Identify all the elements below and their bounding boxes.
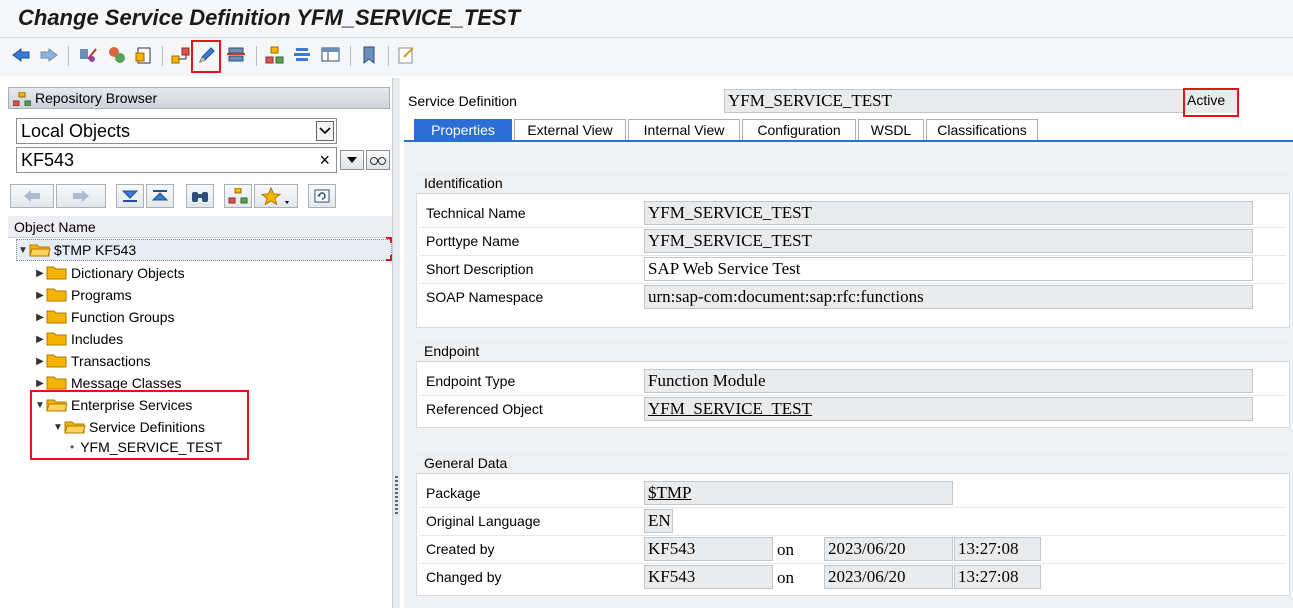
open-folder-icon [29,244,51,257]
folder-icon [46,376,67,390]
tree-node-function-groups[interactable]: ▶ Function Groups [34,306,174,328]
folder-icon [46,310,67,324]
tree-column-header: Object Name [8,216,392,238]
general-data-header: General Data [416,452,1290,474]
window-title: Change Service Definition YFM_SERVICE_TE… [18,5,521,30]
referenced-object-link[interactable]: YFM_SERVICE_TEST [644,397,1253,421]
object-type-dropdown[interactable]: Local Objects [16,118,337,144]
referenced-object-label: Referenced Object [426,401,543,417]
expand-arrow-icon[interactable]: ▶ [34,356,46,367]
short-description-field[interactable]: SAP Web Service Test [644,257,1253,281]
collapse-all-icon[interactable] [146,184,174,208]
changed-by-field[interactable]: KF543 [644,565,773,589]
identification-header: Identification [416,172,1290,194]
info-icon[interactable] [396,44,418,66]
tree-node-dictionary-objects[interactable]: ▶ Dictionary Objects [34,262,184,284]
soap-namespace-label: SOAP Namespace [426,289,544,305]
bookmark-icon[interactable] [358,44,380,66]
short-description-label: Short Description [426,261,534,277]
folder-icon [46,354,67,368]
refresh-icon[interactable] [308,184,336,208]
service-definition-field[interactable]: YFM_SERVICE_TEST [724,89,1184,113]
display-glasses-icon[interactable] [366,150,390,170]
hierarchy-icon [12,91,32,111]
expand-arrow-icon[interactable]: ▶ [34,334,46,345]
changed-date-field[interactable]: 2023/06/20 [824,565,953,589]
package-label: Package [426,485,481,501]
stack-icon[interactable] [292,44,314,66]
next-object-button[interactable] [56,184,106,208]
original-language-field[interactable]: EN [644,509,673,533]
tab-external-view[interactable]: External View [514,119,626,141]
porttype-name-label: Porttype Name [426,233,520,249]
tab-internal-view[interactable]: Internal View [628,119,740,141]
object-tree-icon[interactable] [224,184,252,208]
object-list-icon[interactable] [134,44,156,66]
folder-icon [46,332,67,346]
expand-arrow-icon[interactable]: ▶ [34,268,46,279]
collapse-arrow-icon[interactable]: ▼ [17,245,29,256]
expand-arrow-icon[interactable]: ▶ [34,312,46,323]
endpoint-type-field[interactable]: Function Module [644,369,1253,393]
clear-icon[interactable]: × [319,148,330,172]
highlight-enterprise-services [30,390,249,460]
expand-arrow-icon[interactable]: ▶ [34,378,46,389]
created-date-field[interactable]: 2023/06/20 [824,537,953,561]
technical-name-label: Technical Name [426,205,526,221]
expand-arrow-icon[interactable]: ▶ [34,290,46,301]
chevron-down-icon[interactable] [316,121,334,141]
repository-browser-title: Repository Browser [35,90,158,106]
layout-icon[interactable] [320,44,342,66]
folder-icon [46,266,67,280]
expand-all-icon[interactable] [116,184,144,208]
package-link[interactable]: $TMP [644,481,953,505]
tree-node-transactions[interactable]: ▶ Transactions [34,350,150,372]
tree-node-includes[interactable]: ▶ Includes [34,328,123,350]
tree-root-label: $TMP KF543 [54,242,137,258]
find-binoculars-icon[interactable] [186,184,214,208]
hierarchy-2-icon[interactable] [264,44,286,66]
created-on-label: on [777,540,794,559]
endpoint-header: Endpoint [416,340,1290,362]
tab-properties[interactable]: Properties [414,119,512,141]
forward-icon[interactable] [38,44,60,66]
active-inactive-icon[interactable] [106,44,128,66]
display-change-icon[interactable] [78,44,100,66]
tab-wsdl[interactable]: WSDL [858,119,924,141]
folder-icon [46,288,67,302]
highlight-edit-button [191,40,221,73]
pane-splitter[interactable] [393,78,400,608]
where-used-icon[interactable] [226,44,248,66]
previous-object-button[interactable] [10,184,54,208]
created-by-label: Created by [426,541,495,557]
service-definition-label: Service Definition [408,93,517,109]
search-input[interactable]: KF543 × [16,147,337,173]
changed-time-field[interactable]: 13:27:08 [954,565,1041,589]
created-by-field[interactable]: KF543 [644,537,773,561]
tab-classifications[interactable]: Classifications [926,119,1038,141]
tree-root-tmp[interactable]: ▼ $TMP KF543 [16,239,392,261]
original-language-label: Original Language [426,513,541,529]
repository-browser-header[interactable]: Repository Browser [8,87,390,109]
highlight-active-status [1183,88,1239,117]
back-icon[interactable] [10,44,32,66]
history-dropdown-button[interactable] [340,150,364,170]
endpoint-type-label: Endpoint Type [426,373,516,389]
favorites-star-icon[interactable] [254,184,298,208]
tab-configuration[interactable]: Configuration [742,119,856,141]
technical-name-field[interactable]: YFM_SERVICE_TEST [644,201,1253,225]
changed-by-label: Changed by [426,569,502,585]
soap-namespace-field[interactable]: urn:sap-com:document:sap:rfc:functions [644,285,1253,309]
hierarchy-icon[interactable] [170,44,192,66]
changed-on-label: on [777,568,794,587]
tree-node-programs[interactable]: ▶ Programs [34,284,132,306]
created-time-field[interactable]: 13:27:08 [954,537,1041,561]
porttype-name-field[interactable]: YFM_SERVICE_TEST [644,229,1253,253]
